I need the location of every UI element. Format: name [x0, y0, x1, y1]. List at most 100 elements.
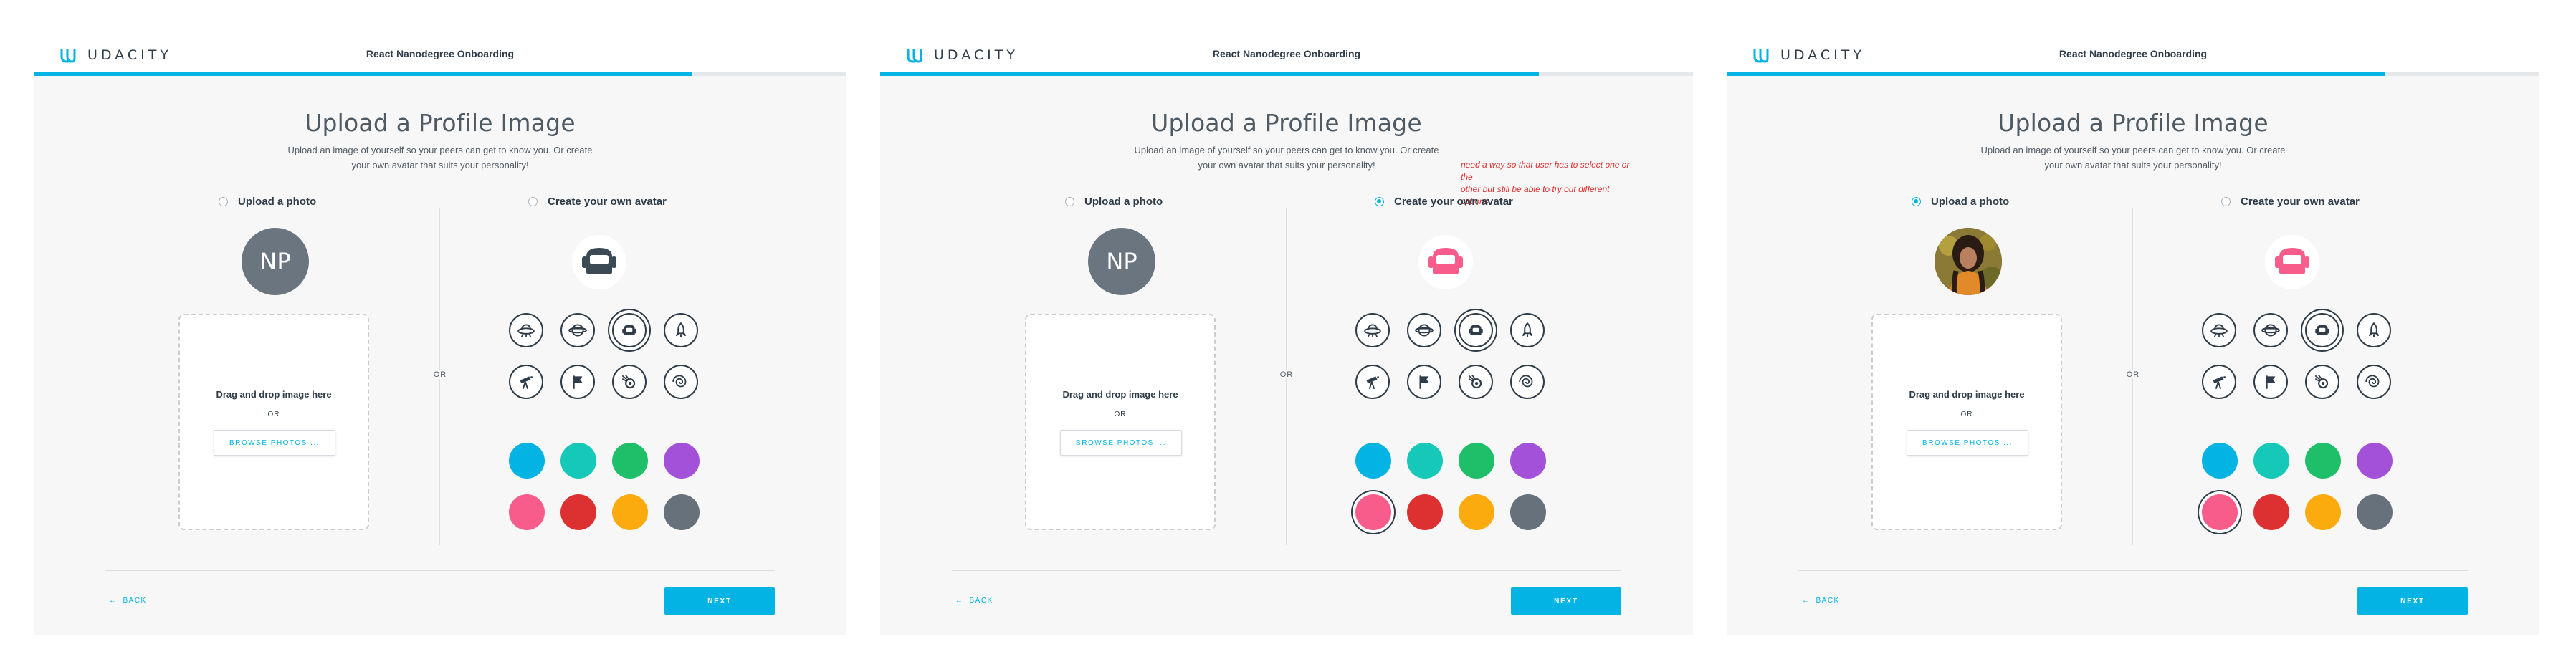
planet-icon	[1415, 324, 1434, 337]
next-button[interactable]: NEXT	[664, 587, 775, 615]
avatar-color-swatch[interactable]	[1510, 443, 1546, 479]
upload-photo-option[interactable]: Upload a photo	[219, 196, 316, 208]
avatar-color-swatch[interactable]	[509, 443, 545, 479]
avatar-icon-option[interactable]	[664, 313, 698, 347]
photo-dropzone[interactable]: Drag and drop image here OR BROWSE PHOTO…	[1025, 314, 1216, 530]
browse-photos-button[interactable]: BROWSE PHOTOS ...	[1907, 430, 2028, 456]
create-avatar-radio[interactable]	[2221, 197, 2231, 206]
main-content: Upload a Profile Image Upload an image o…	[880, 76, 1693, 635]
avatar-icon-option[interactable]	[509, 313, 543, 347]
avatar-color-swatch[interactable]	[1355, 443, 1391, 479]
avatar-color-swatch[interactable]	[1407, 443, 1443, 479]
back-button[interactable]: ← BACK	[1802, 597, 1840, 605]
avatar-icon-option[interactable]	[2357, 365, 2391, 399]
comet-icon	[2314, 374, 2329, 389]
avatar-color-swatch[interactable]	[2202, 494, 2238, 530]
create-avatar-radio[interactable]	[528, 197, 538, 206]
header-title: React Nanodegree Onboarding	[1212, 48, 1361, 59]
create-avatar-option[interactable]: Create your own avatar	[528, 196, 667, 208]
avatar-icon-option[interactable]	[1459, 365, 1493, 399]
page-title: Upload a Profile Image	[1998, 109, 2269, 137]
avatar-icon-option[interactable]	[612, 365, 647, 399]
page-subtitle-line1: Upload an image of yourself so your peer…	[1980, 145, 2286, 155]
avatar-color-swatch[interactable]	[664, 494, 700, 530]
browse-photos-button[interactable]: BROWSE PHOTOS ...	[1060, 430, 1182, 456]
next-button[interactable]: NEXT	[2357, 587, 2468, 615]
avatar-color-swatch[interactable]	[612, 494, 648, 530]
avatar-color-swatch[interactable]	[664, 443, 700, 479]
onboarding-screen: UDACITY React Nanodegree Onboarding Uplo…	[1693, 0, 2539, 672]
page-subtitle-line2: your own avatar that suits your personal…	[351, 160, 529, 171]
avatar-color-swatch[interactable]	[1459, 443, 1494, 479]
galaxy-icon	[672, 375, 687, 388]
dropzone-text: Drag and drop image here	[216, 389, 332, 400]
browse-photos-button[interactable]: BROWSE PHOTOS ...	[214, 430, 335, 456]
avatar-color-swatch[interactable]	[2253, 494, 2289, 530]
photo-dropzone[interactable]: Drag and drop image here OR BROWSE PHOTO…	[178, 314, 369, 530]
robot-head-preview-icon	[1426, 248, 1466, 274]
back-button[interactable]: ← BACK	[955, 597, 993, 605]
avatar-color-swatch[interactable]	[2202, 443, 2238, 479]
avatar-color-swatch[interactable]	[2305, 494, 2341, 530]
create-avatar-label: Create your own avatar	[2241, 196, 2360, 208]
avatar-icon-option[interactable]	[2253, 365, 2288, 399]
avatar-icon-option[interactable]	[1407, 313, 1441, 347]
annotation-line1: need a way so that user has to select on…	[1461, 160, 1630, 182]
photo-dropzone[interactable]: Drag and drop image here OR BROWSE PHOTO…	[1871, 314, 2062, 530]
dropzone-or: OR	[1960, 411, 1973, 418]
back-button[interactable]: ← BACK	[109, 597, 147, 605]
dropzone-text: Drag and drop image here	[1062, 389, 1178, 400]
avatar-color-swatch[interactable]	[1355, 494, 1391, 530]
avatar-color-swatch[interactable]	[560, 494, 596, 530]
upload-photo-label: Upload a photo	[1931, 196, 2010, 208]
upload-photo-radio[interactable]	[219, 197, 228, 206]
avatar-icon-option[interactable]	[664, 365, 698, 399]
avatar-icon-option[interactable]	[2202, 313, 2236, 347]
create-avatar-option[interactable]: Create your own avatar	[1375, 196, 1513, 208]
galaxy-icon	[2365, 375, 2380, 388]
robot-head-icon	[2315, 325, 2329, 335]
avatar-icon-option[interactable]	[1355, 313, 1390, 347]
initials-avatar: NP	[1088, 228, 1155, 295]
avatar-color-swatch[interactable]	[560, 443, 596, 479]
create-avatar-radio[interactable]	[1375, 197, 1384, 206]
avatar-color-swatch[interactable]	[1510, 494, 1546, 530]
avatar-icon-option[interactable]	[1459, 313, 1493, 347]
avatar-icon-option[interactable]	[1510, 365, 1545, 399]
avatar-color-swatch[interactable]	[2357, 494, 2393, 530]
upload-photo-radio[interactable]	[1912, 197, 1921, 206]
upload-photo-label: Upload a photo	[238, 196, 317, 208]
avatar-color-swatch[interactable]	[2253, 443, 2289, 479]
avatar-icon-option[interactable]	[1355, 365, 1390, 399]
avatar-icon-option[interactable]	[1510, 313, 1545, 347]
avatar-icon-option[interactable]	[2253, 313, 2288, 347]
upload-photo-option[interactable]: Upload a photo	[1065, 196, 1163, 208]
avatar-color-swatch[interactable]	[612, 443, 648, 479]
avatar-color-swatch[interactable]	[1459, 494, 1494, 530]
avatar-color-swatch[interactable]	[2305, 443, 2341, 479]
avatar-icon-option[interactable]	[560, 365, 595, 399]
upload-photo-option[interactable]: Upload a photo	[1912, 196, 2009, 208]
avatar-color-swatch[interactable]	[2357, 443, 2393, 479]
top-bar: UDACITY React Nanodegree Onboarding	[1727, 32, 2539, 76]
planet-icon	[2261, 324, 2280, 337]
avatar-color-swatch[interactable]	[509, 494, 545, 530]
flag-icon	[573, 375, 583, 389]
header-title: React Nanodegree Onboarding	[2059, 48, 2208, 59]
avatar-icon-option[interactable]	[2202, 365, 2236, 399]
upload-photo-radio[interactable]	[1065, 197, 1074, 206]
or-divider-label: OR	[1277, 370, 1296, 379]
page-title: Upload a Profile Image	[305, 109, 576, 137]
avatar-icon-option[interactable]	[2305, 365, 2339, 399]
telescope-icon	[520, 376, 533, 390]
create-avatar-option[interactable]: Create your own avatar	[2221, 196, 2360, 208]
avatar-icon-option[interactable]	[1407, 365, 1441, 399]
avatar-color-swatch[interactable]	[1407, 494, 1443, 530]
avatar-icon-option[interactable]	[612, 313, 647, 347]
dropzone-or: OR	[267, 411, 280, 418]
avatar-icon-option[interactable]	[2305, 313, 2339, 347]
avatar-icon-option[interactable]	[2357, 313, 2391, 347]
next-button[interactable]: NEXT	[1511, 587, 1621, 615]
avatar-icon-option[interactable]	[560, 313, 595, 347]
avatar-icon-option[interactable]	[509, 365, 543, 399]
